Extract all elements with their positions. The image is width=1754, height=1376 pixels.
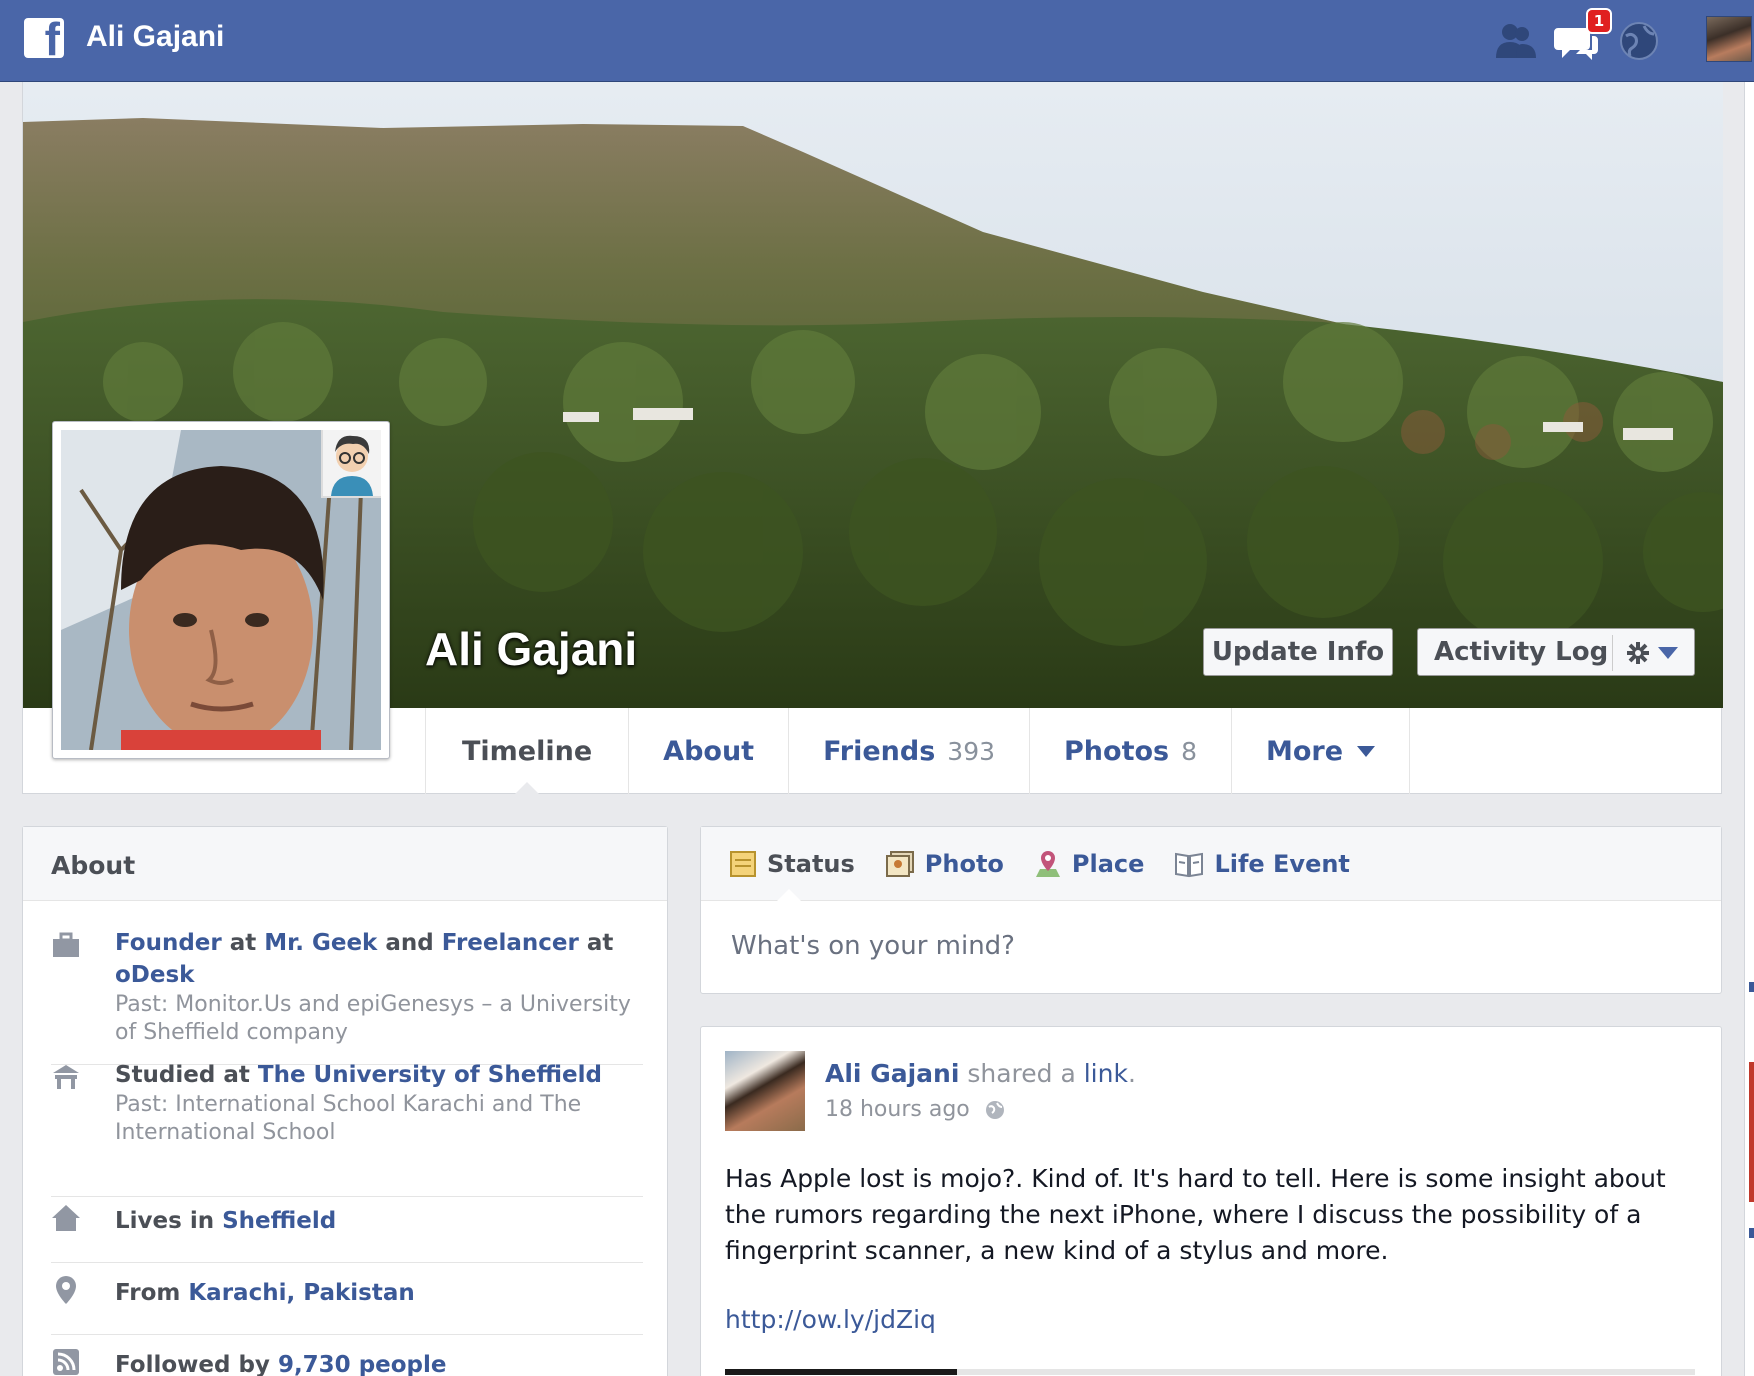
followers-prefix: Followed by	[115, 1352, 278, 1376]
top-bar-avatar[interactable]	[1706, 16, 1752, 62]
about-heading: About	[23, 827, 667, 901]
post-action-end: .	[1127, 1059, 1136, 1088]
post-action: shared a	[959, 1059, 1084, 1088]
education-past: Past: International School Karachi and T…	[115, 1092, 582, 1145]
followers-count-link[interactable]: 9,730 people	[278, 1352, 447, 1376]
post-author-avatar[interactable]	[725, 1051, 805, 1131]
composer-tab-life-event[interactable]: Life Event	[1174, 849, 1350, 878]
composer-tab-label: Status	[767, 849, 855, 878]
sidebar-fragment	[1749, 1228, 1754, 1238]
composer-tab-label: Photo	[924, 849, 1004, 878]
tab-about[interactable]: About	[628, 708, 788, 794]
chevron-down-icon[interactable]	[1658, 647, 1678, 659]
work-connector: at	[221, 930, 265, 956]
friends-count: 393	[947, 736, 996, 766]
from-place-link[interactable]: Karachi, Pakistan	[188, 1280, 414, 1306]
followers-line: Followed by 9,730 people	[115, 1335, 643, 1376]
profile-name: Ali Gajani	[425, 623, 638, 675]
education-line: Studied at The University of Sheffield	[115, 1059, 643, 1091]
timeline-post: Ali Gajani shared a link. 18 hours ago H…	[700, 1026, 1722, 1376]
profile-picture[interactable]	[61, 430, 381, 750]
school-icon	[53, 1065, 79, 1089]
life-event-icon	[1175, 852, 1204, 877]
from-prefix: From	[115, 1280, 189, 1306]
top-bar: f Ali Gajani 1	[0, 0, 1754, 82]
facebook-logo-icon[interactable]: f	[24, 16, 64, 62]
post-body: Has Apple lost is mojo?. Kind of. It's h…	[725, 1164, 1666, 1265]
top-bar-user-name[interactable]: Ali Gajani	[86, 20, 224, 54]
place-icon	[1035, 850, 1060, 877]
post-header: Ali Gajani shared a link.	[825, 1059, 1136, 1088]
preview-image-edge	[725, 1369, 957, 1375]
right-sidebar-edge	[1744, 82, 1754, 1376]
lives-prefix: Lives in	[115, 1208, 223, 1234]
composer-tabs: Status Photo Place Life Event	[701, 827, 1721, 901]
gear-icon[interactable]	[1626, 641, 1650, 665]
composer-tab-pointer	[777, 889, 801, 901]
composer-tab-place[interactable]: Place	[1034, 849, 1145, 879]
status-input[interactable]: What's on your mind?	[731, 931, 1631, 961]
work-connector: at	[578, 930, 614, 956]
post-timestamp-row: 18 hours ago	[825, 1097, 1006, 1122]
tab-label: Friends	[823, 735, 936, 767]
photo-icon	[885, 850, 914, 877]
about-work: Founder at Mr. Geek and Freelancer at oD…	[51, 927, 643, 1065]
post-link-preview[interactable]	[725, 1369, 1695, 1375]
cartoon-avatar-icon	[321, 430, 381, 498]
friends-icon[interactable]	[1492, 18, 1538, 64]
work-role-link[interactable]: Founder	[115, 930, 222, 956]
post-action-link[interactable]: link	[1084, 1059, 1128, 1088]
profile-picture-frame[interactable]	[52, 421, 390, 759]
activity-log-button[interactable]: Activity Log	[1417, 628, 1695, 676]
briefcase-icon	[53, 932, 79, 957]
work-org-link[interactable]: oDesk	[115, 962, 194, 988]
lives-place-link[interactable]: Sheffield	[222, 1208, 336, 1234]
post-link[interactable]: http://ow.ly/jdZiq	[725, 1305, 936, 1334]
button-divider	[1612, 635, 1613, 671]
post-author-name[interactable]: Ali Gajani	[825, 1059, 959, 1088]
sidebar-fragment	[1749, 982, 1754, 992]
composer-tab-photo[interactable]: Photo	[885, 850, 1004, 878]
rss-icon	[53, 1349, 79, 1375]
about-card: About Founder at Mr. Geek and Freelancer…	[22, 826, 668, 1376]
status-composer: Status Photo Place Life Event What's on …	[700, 826, 1722, 994]
tab-photos[interactable]: Photos 8	[1029, 708, 1231, 794]
work-org-link[interactable]: Mr. Geek	[264, 930, 377, 956]
tab-more[interactable]: More	[1231, 708, 1411, 794]
public-globe-icon[interactable]	[984, 1099, 1006, 1121]
work-past: Past: Monitor.Us and epiGenesys – a Univ…	[115, 992, 631, 1045]
post-timestamp[interactable]: 18 hours ago	[825, 1097, 970, 1122]
education-school-link[interactable]: The University of Sheffield	[258, 1062, 602, 1088]
status-icon	[730, 850, 756, 877]
work-connector: and	[377, 930, 442, 956]
composer-tab-label: Life Event	[1214, 849, 1350, 878]
profile-tabs: Timeline About Friends 393 Photos 8 More	[425, 708, 1411, 794]
from-line: From Karachi, Pakistan	[115, 1263, 643, 1309]
tab-label: Timeline	[462, 735, 593, 767]
home-icon	[52, 1205, 80, 1231]
work-line: Founder at Mr. Geek and Freelancer at oD…	[115, 927, 643, 991]
globe-icon[interactable]	[1616, 18, 1662, 64]
tab-friends[interactable]: Friends 393	[788, 708, 1029, 794]
location-pin-icon	[56, 1276, 76, 1304]
about-lives: Lives in Sheffield	[51, 1191, 643, 1263]
update-info-button[interactable]: Update Info	[1203, 628, 1393, 676]
about-education: Studied at The University of Sheffield P…	[51, 1059, 643, 1197]
tab-label: Photos	[1064, 735, 1170, 767]
education-prefix: Studied at	[115, 1062, 258, 1088]
sidebar-ad-image	[1749, 1062, 1754, 1202]
about-followers: Followed by 9,730 people	[51, 1335, 643, 1376]
composer-tab-status[interactable]: Status	[729, 850, 855, 878]
photos-count: 8	[1181, 736, 1198, 766]
lives-line: Lives in Sheffield	[115, 1191, 643, 1237]
composer-tab-label: Place	[1071, 849, 1145, 878]
tab-timeline[interactable]: Timeline	[425, 708, 628, 794]
activity-log-label: Activity Log	[1434, 637, 1609, 667]
tab-label: About	[663, 735, 755, 767]
work-role-link[interactable]: Freelancer	[442, 930, 579, 956]
chevron-down-icon	[1357, 745, 1376, 757]
notification-badge: 1	[1586, 8, 1612, 34]
tab-label: More	[1266, 735, 1344, 767]
about-from: From Karachi, Pakistan	[51, 1263, 643, 1335]
